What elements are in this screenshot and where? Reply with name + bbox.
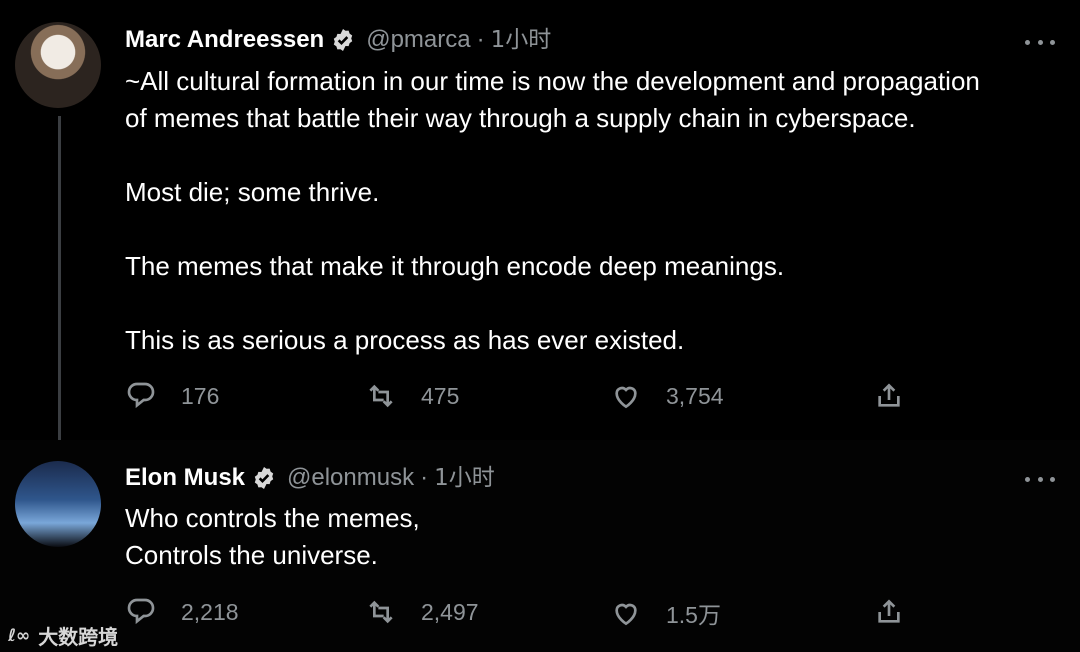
tweet-elon-musk[interactable]: Elon Musk @elonmusk · 1小时 Who controls t… (0, 440, 1080, 652)
tweet-text-line: This is as serious a process as has ever… (125, 325, 685, 355)
tweet-text: Who controls the memes, Controls the uni… (125, 500, 1055, 574)
reply-icon (127, 598, 155, 625)
share-button[interactable] (873, 596, 905, 628)
reply-button[interactable]: 2,218 (125, 596, 239, 628)
timestamp[interactable]: 1小时 (434, 464, 495, 492)
tweet-header: Marc Andreessen @pmarca · 1小时 (125, 26, 551, 54)
share-button[interactable] (873, 380, 905, 412)
tweet-text-line: of memes that battle their way through a… (125, 103, 916, 133)
verified-badge-icon (333, 28, 353, 52)
text-gap (125, 137, 1055, 174)
tweet-text-line: Most die; some thrive. (125, 177, 380, 207)
reply-icon (127, 382, 155, 409)
verified-badge-icon (254, 466, 274, 490)
display-name[interactable]: Marc Andreessen (125, 26, 324, 54)
user-handle[interactable]: @pmarca (366, 26, 470, 54)
separator-dot: · (476, 26, 485, 53)
share-icon (878, 383, 900, 407)
reply-count: 176 (181, 382, 220, 409)
like-count: 3,754 (666, 382, 724, 409)
retweet-count: 475 (421, 382, 460, 409)
tweet-text-line: Controls the universe. (125, 540, 378, 570)
reply-button[interactable]: 176 (125, 380, 219, 412)
tweet-actions: 176 475 3,754 (125, 380, 925, 420)
text-gap (125, 285, 1055, 322)
share-icon (878, 599, 900, 623)
tweet-text-line: ~All cultural formation in our time is n… (125, 66, 980, 96)
user-handle[interactable]: @elonmusk (287, 464, 414, 492)
like-button[interactable]: 1.5万 (610, 596, 721, 630)
watermark-text: 大数跨境 (38, 625, 119, 649)
retweet-icon (369, 384, 393, 408)
retweet-button[interactable]: 2,497 (365, 596, 479, 628)
retweet-count: 2,497 (421, 598, 479, 625)
thread-line (58, 116, 61, 452)
avatar[interactable] (15, 22, 101, 108)
retweet-button[interactable]: 475 (365, 380, 459, 412)
more-icon[interactable] (1025, 474, 1055, 484)
like-icon (615, 386, 637, 409)
like-button[interactable]: 3,754 (610, 380, 724, 412)
watermark: ℓ∞ 大数跨境 (8, 621, 118, 650)
retweet-icon (369, 600, 393, 624)
like-icon (615, 603, 637, 626)
separator-dot: · (420, 464, 429, 491)
timestamp[interactable]: 1小时 (491, 26, 552, 54)
tweet-text-line: Who controls the memes, (125, 503, 420, 533)
like-count: 1.5万 (666, 602, 721, 628)
display-name[interactable]: Elon Musk (125, 464, 245, 492)
text-gap (125, 211, 1055, 248)
avatar[interactable] (15, 461, 101, 547)
tweet-marc-andreessen[interactable]: Marc Andreessen @pmarca · 1小时 ~All cultu… (0, 0, 1080, 452)
watermark-logo: ℓ∞ (8, 625, 31, 646)
tweet-text: ~All cultural formation in our time is n… (125, 63, 1055, 359)
tweet-header: Elon Musk @elonmusk · 1小时 (125, 464, 495, 492)
reply-count: 2,218 (181, 598, 239, 625)
tweet-text-line: The memes that make it through encode de… (125, 251, 785, 281)
tweet-actions: 2,218 2,497 1.5万 (125, 596, 925, 636)
more-icon[interactable] (1025, 37, 1055, 47)
